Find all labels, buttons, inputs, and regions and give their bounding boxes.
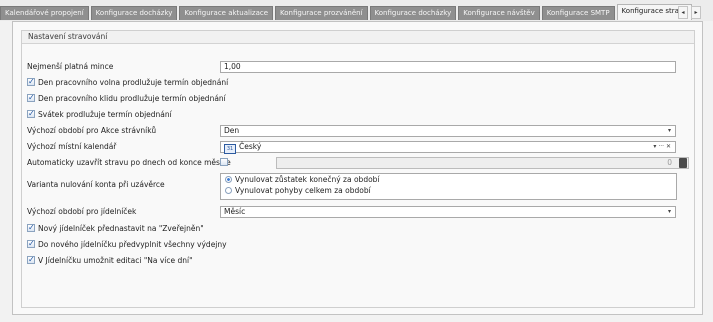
tab-visits-config[interactable]: Konfigurace návštěv	[458, 6, 540, 20]
tab-calendar-links[interactable]: Kalendářové propojení	[0, 6, 89, 20]
auto-close-days-value: 0	[667, 158, 672, 167]
default-period-menu-value: Měsíc	[224, 207, 246, 216]
tab-smtp-config[interactable]: Konfigurace SMTP	[541, 6, 615, 20]
holiday-extends-label: Svátek prodlužuje termín objednání	[38, 110, 172, 119]
radio-icon[interactable]	[225, 187, 232, 194]
default-calendar-value: Český	[239, 142, 262, 151]
reset-variant-radio-group: Vynulovat zůstatek konečný za období Vyn…	[220, 173, 677, 200]
weekend-extends-checkbox[interactable]: Den pracovního volna prodlužuje termín o…	[27, 76, 229, 89]
spinner-icon[interactable]	[679, 158, 687, 168]
meals-settings-group: Nastavení stravování Nejmenší platná min…	[21, 30, 695, 308]
checkbox-icon[interactable]	[27, 108, 35, 120]
tab-list: Kalendářové propojení Konfigurace docház…	[0, 4, 694, 21]
weekend-extends-label: Den pracovního volna prodlužuje termín o…	[38, 78, 229, 87]
min-coin-input[interactable]: 1,00	[220, 61, 676, 73]
reset-variant-label: Varianta nulování konta při uzávěrce	[27, 180, 165, 189]
auto-close-label: Automaticky uzavřít stravu po dnech od k…	[27, 158, 231, 167]
tab-scroll-buttons: ◂ ▸	[678, 6, 701, 19]
default-calendar-select[interactable]: 31 Český ▾ ··· ✕	[220, 141, 676, 154]
checkbox-icon[interactable]	[220, 158, 228, 166]
prefill-dispensaries-label: Do nového jídelníčku předvyplnit všechny…	[38, 240, 227, 249]
calendar-icon: 31	[224, 144, 236, 154]
checkbox-icon[interactable]	[27, 92, 35, 104]
chevron-down-icon[interactable]: ▾	[668, 207, 671, 217]
tab-attendance-config[interactable]: Konfigurace docházky	[90, 6, 178, 20]
new-menu-published-label: Nový jídelníček přednastavit na "Zveřejn…	[38, 224, 204, 233]
new-menu-published-checkbox[interactable]: Nový jídelníček přednastavit na "Zveřejn…	[27, 222, 204, 235]
tab-ringing-config[interactable]: Konfigurace prozvánění	[275, 6, 368, 20]
radio-selected-icon[interactable]	[225, 176, 232, 183]
default-period-actions-value: Den	[224, 126, 240, 135]
holiday-extends-checkbox[interactable]: Svátek prodlužuje termín objednání	[27, 108, 172, 121]
auto-close-days-spinner[interactable]: 0	[276, 157, 689, 169]
default-calendar-label: Výchozí místní kalendář	[27, 142, 117, 151]
tab-attendance-config-2[interactable]: Konfigurace docházky	[369, 6, 457, 20]
group-title: Nastavení stravování	[22, 31, 694, 44]
reset-option-movements[interactable]: Vynulovat pohyby celkem za období	[225, 185, 676, 196]
default-period-actions-select[interactable]: Den ▾	[220, 125, 676, 137]
multi-day-edit-label: V Jídelníčku umožnit editaci "Na více dn…	[38, 256, 193, 265]
workday-extends-label: Den pracovního klidu prodlužuje termín o…	[38, 94, 226, 103]
min-coin-label: Nejmenší platná mince	[27, 62, 114, 71]
workday-extends-checkbox[interactable]: Den pracovního klidu prodlužuje termín o…	[27, 92, 226, 105]
reset-option-balance[interactable]: Vynulovat zůstatek konečný za období	[225, 174, 676, 185]
calendar-actions-icons[interactable]: ▾ ··· ✕	[653, 142, 671, 152]
checkbox-icon[interactable]	[27, 238, 35, 250]
default-period-actions-label: Výchozí období pro Akce strávníků	[27, 126, 157, 135]
chevron-down-icon[interactable]: ▾	[668, 126, 671, 136]
default-period-menu-select[interactable]: Měsíc ▾	[220, 206, 676, 218]
auto-close-checkbox[interactable]	[220, 157, 231, 169]
scroll-left-icon[interactable]: ◂	[678, 6, 688, 19]
reset-option-balance-label: Vynulovat zůstatek konečný za období	[235, 175, 380, 184]
tab-update-config[interactable]: Konfigurace aktualizace	[179, 6, 274, 20]
checkbox-icon[interactable]	[27, 76, 35, 88]
tab-bar: Kalendářové propojení Konfigurace docház…	[0, 0, 713, 21]
checkbox-icon[interactable]	[27, 222, 35, 234]
settings-panel: Nastavení stravování Nejmenší platná min…	[12, 21, 703, 315]
default-period-menu-label: Výchozí období pro jídelníček	[27, 207, 137, 216]
scroll-right-icon[interactable]: ▸	[691, 6, 701, 19]
multi-day-edit-checkbox[interactable]: V Jídelníčku umožnit editaci "Na více dn…	[27, 254, 193, 267]
prefill-dispensaries-checkbox[interactable]: Do nového jídelníčku předvyplnit všechny…	[27, 238, 227, 251]
checkbox-icon[interactable]	[27, 254, 35, 266]
reset-option-movements-label: Vynulovat pohyby celkem za období	[235, 186, 371, 195]
